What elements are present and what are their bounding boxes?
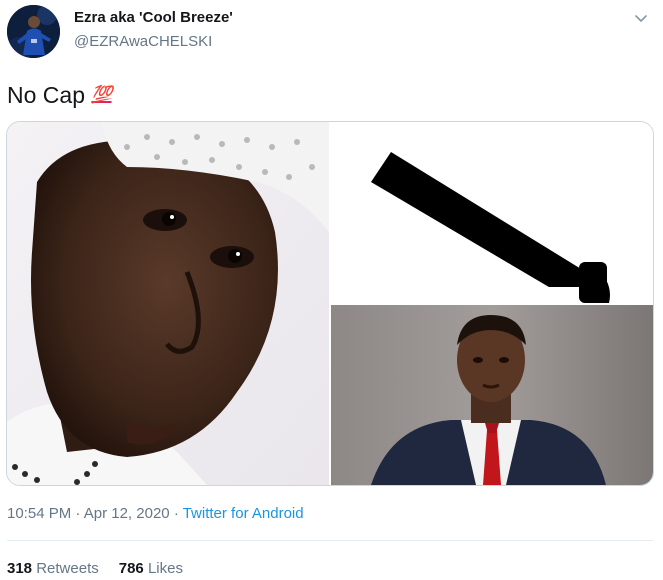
likes-count: 786	[118, 560, 144, 577]
author-info[interactable]: Ezra aka 'Cool Breeze' @EZRAwaCHELSKI	[74, 8, 233, 52]
meta-separator: ·	[75, 505, 81, 522]
media-grid	[6, 121, 654, 486]
author-display-name[interactable]: Ezra aka 'Cool Breeze'	[74, 8, 233, 28]
tweet-date[interactable]: Apr 12, 2020	[84, 505, 170, 522]
author-avatar[interactable]	[7, 5, 60, 58]
photo-man-suit[interactable]	[331, 305, 653, 485]
tweet-source-link[interactable]: Twitter for Android	[183, 505, 304, 522]
retweets-count: 318	[7, 560, 33, 577]
photo-portrait-cap[interactable]	[7, 122, 329, 485]
hundred-points-emoji-icon: 💯	[91, 85, 112, 105]
retweets-label: Retweets	[36, 560, 99, 577]
chevron-down-icon[interactable]	[633, 12, 649, 24]
tweet-text: No Cap 💯	[7, 80, 113, 110]
photo-arrow-graphic[interactable]	[331, 122, 653, 303]
author-handle[interactable]: @EZRAwaCHELSKI	[74, 32, 233, 52]
likes-label: Likes	[147, 560, 183, 577]
tweet-card: Ezra aka 'Cool Breeze' @EZRAwaCHELSKI No…	[0, 0, 663, 580]
tweet-text-body: No Cap	[7, 82, 85, 108]
tweet-time[interactable]: 10:54 PM	[7, 505, 71, 522]
tweet-stats: 318 Retweets 786 Likes	[7, 559, 183, 579]
divider	[7, 540, 653, 541]
tweet-meta: 10:54 PM · Apr 12, 2020 · Twitter for An…	[7, 504, 304, 524]
retweets-stat[interactable]: 318 Retweets	[7, 560, 99, 577]
meta-separator: ·	[173, 505, 179, 522]
likes-stat[interactable]: 786 Likes	[119, 560, 183, 577]
